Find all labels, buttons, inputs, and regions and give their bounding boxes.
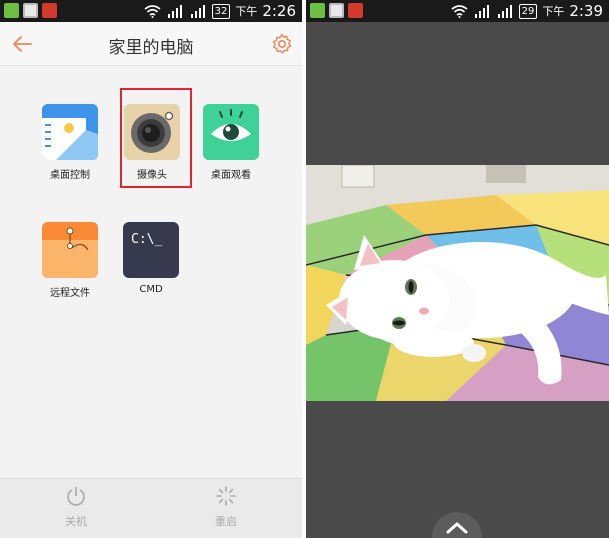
tile-label: 远程文件	[50, 288, 90, 299]
restart-button[interactable]: 重启	[196, 485, 256, 529]
signal-icon	[167, 4, 182, 18]
restart-label: 重启	[215, 515, 237, 528]
signal-icon-2	[497, 4, 512, 18]
terminal-icon: C:\_	[123, 222, 179, 278]
battery-indicator: 32	[211, 3, 231, 19]
left-phone-screen: 32 下午 2:26 家里的电脑 桌面控制 摄像头 桌面观看 远程文件 C:\_…	[0, 0, 302, 538]
eye-icon	[203, 104, 259, 160]
bottom-action-bar: 关机 重启	[0, 478, 302, 538]
wechat-notification-icon	[4, 3, 19, 18]
status-ampm: 下午	[542, 5, 565, 18]
tile-cmd[interactable]: C:\_ CMD	[111, 222, 191, 295]
status-notification-icons	[4, 3, 57, 18]
tile-remote-files[interactable]: 远程文件	[30, 222, 110, 299]
status-system-icons: 32 下午 2:26	[144, 2, 296, 20]
signal-icon-2	[190, 4, 205, 18]
shutdown-label: 关机	[65, 515, 87, 528]
tile-desktop-view[interactable]: 桌面观看	[191, 104, 271, 181]
status-bar: 29 下午 2:39	[306, 0, 609, 22]
gallery-notification-icon	[23, 3, 38, 18]
tile-desktop-control[interactable]: 桌面控制	[30, 104, 110, 181]
signal-icon	[474, 4, 489, 18]
tile-label: 桌面观看	[211, 170, 251, 181]
battery-indicator: 29	[518, 3, 538, 19]
status-system-icons: 29 下午 2:39	[451, 2, 603, 20]
camera-feed	[306, 165, 609, 401]
app-bar: 家里的电脑	[0, 22, 302, 66]
power-icon	[67, 487, 85, 506]
app-notification-icon	[348, 3, 363, 18]
status-bar: 32 下午 2:26	[0, 0, 302, 22]
status-time: 2:39	[569, 2, 603, 20]
folder-icon	[42, 222, 98, 278]
app-notification-icon	[42, 3, 57, 18]
highlight-box	[120, 88, 192, 188]
expand-controls-button[interactable]	[432, 512, 482, 538]
shutdown-button[interactable]: 关机	[46, 485, 106, 529]
status-ampm: 下午	[235, 5, 258, 18]
tile-label: 桌面控制	[50, 170, 90, 181]
tile-label: CMD	[139, 284, 163, 295]
desktop-control-icon	[42, 104, 98, 160]
status-notification-icons	[310, 3, 363, 18]
wifi-icon	[144, 5, 161, 18]
chevron-up-icon	[446, 522, 468, 534]
status-time: 2:26	[262, 2, 296, 20]
page-title: 家里的电脑	[108, 38, 194, 58]
gallery-notification-icon	[329, 3, 344, 18]
wechat-notification-icon	[310, 3, 325, 18]
right-phone-screen: 29 下午 2:39	[306, 0, 609, 538]
cat-photo	[306, 165, 609, 401]
gear-icon[interactable]	[270, 32, 294, 56]
wifi-icon	[451, 5, 468, 18]
loading-spinner-icon	[216, 486, 236, 506]
